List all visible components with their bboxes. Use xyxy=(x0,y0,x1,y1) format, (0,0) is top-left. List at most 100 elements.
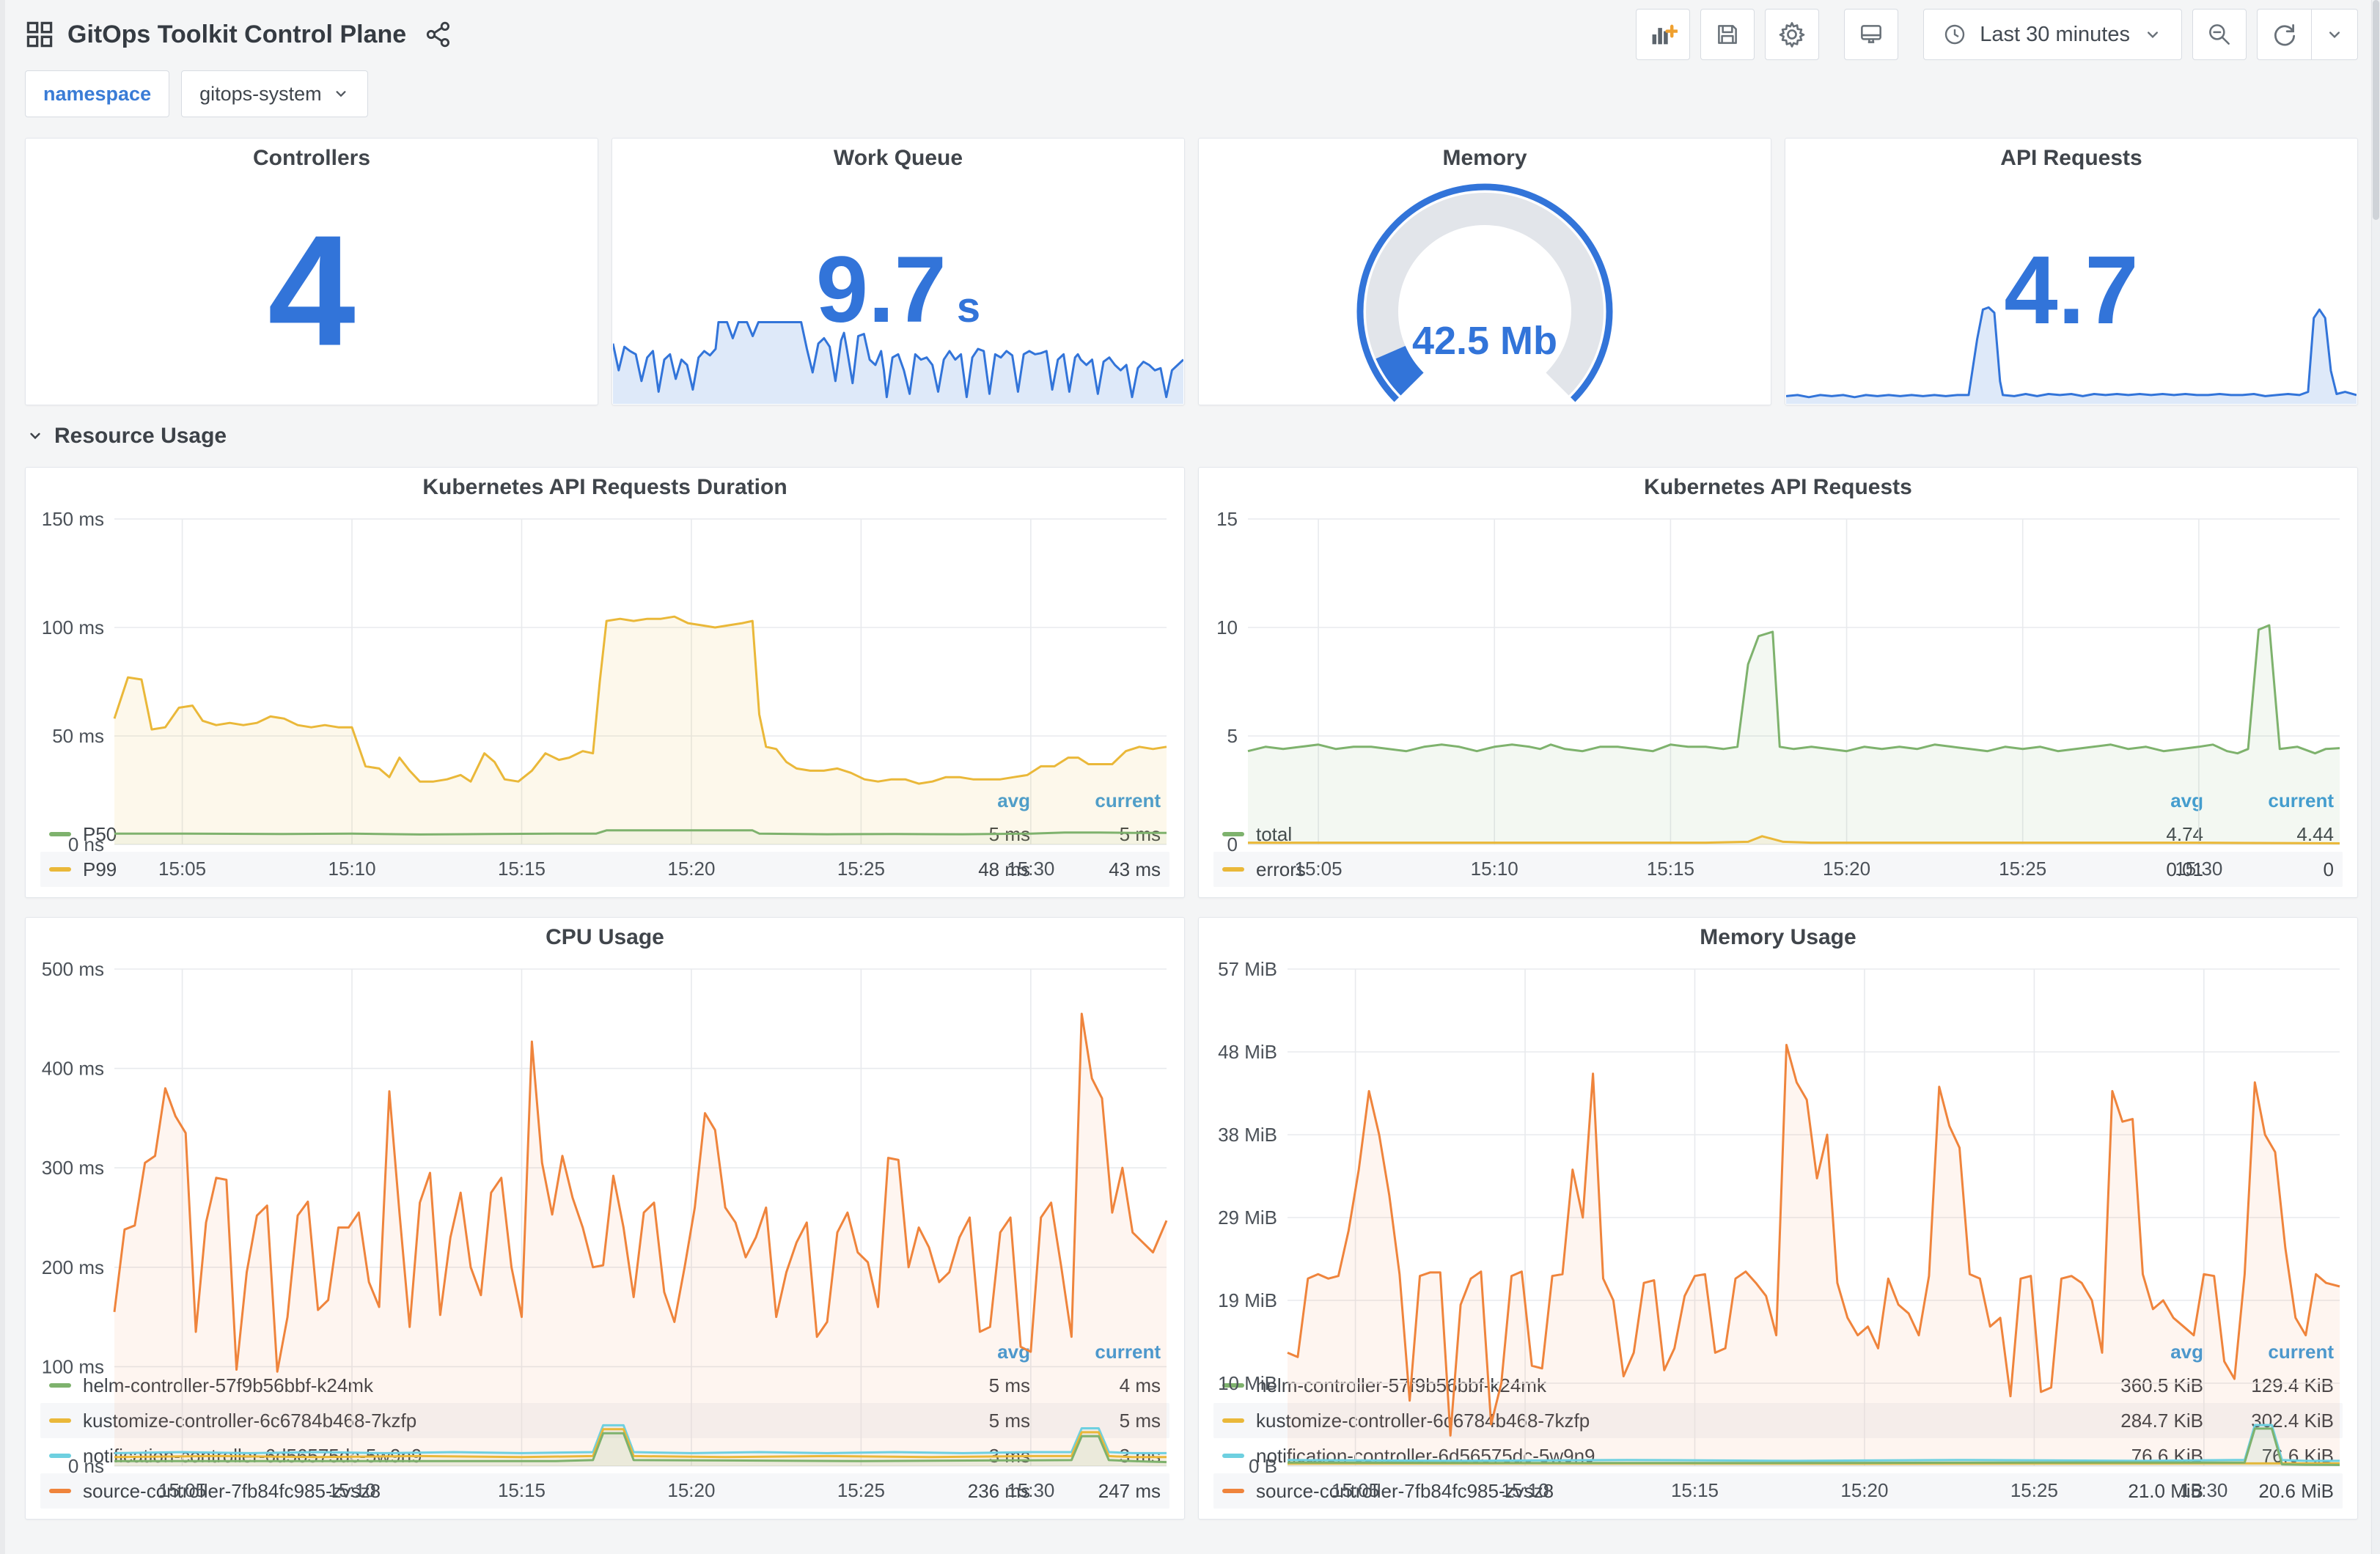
timeseries-chart[interactable]: 15:05 15:10 15:15 15:20 15:25 15:30 0 ns 100 ms… xyxy=(32,957,1178,1501)
variable-namespace-select[interactable]: gitops-system xyxy=(181,70,368,117)
title-group: GitOps Toolkit Control Plane xyxy=(25,20,453,49)
svg-text:50 ms: 50 ms xyxy=(52,725,104,747)
share-icon[interactable] xyxy=(424,20,453,49)
panel-title[interactable]: Memory xyxy=(1199,139,1771,178)
svg-text:15: 15 xyxy=(1216,508,1238,530)
toolbar-panel-actions xyxy=(1636,9,1820,60)
chart-row-1: Kubernetes API Requests Duration 15:05 15… xyxy=(25,467,2358,898)
toolbar-time-group: Last 30 minutes xyxy=(1923,9,2358,60)
svg-text:15:15: 15:15 xyxy=(1647,858,1694,880)
svg-text:38 MiB: 38 MiB xyxy=(1218,1124,1277,1146)
svg-text:15:05: 15:05 xyxy=(158,858,206,880)
chevron-down-icon xyxy=(332,85,350,103)
toolbar-view-group xyxy=(1844,9,1899,60)
panel-title[interactable]: Kubernetes API Requests Duration xyxy=(26,468,1184,507)
variable-namespace-label: namespace xyxy=(25,70,170,117)
svg-text:150 ms: 150 ms xyxy=(42,508,104,530)
section-resource-usage[interactable]: Resource Usage xyxy=(25,420,2358,452)
panel-k8s-api-requests: Kubernetes API Requests 15:05 15:10 15:15 1… xyxy=(1198,467,2358,898)
svg-text:400 ms: 400 ms xyxy=(42,1058,104,1080)
stat-value-api-requests: 4.7 xyxy=(2004,235,2139,344)
stat-value-work-queue: 9.7 s xyxy=(815,237,981,342)
timeseries-chart[interactable]: 15:05 15:10 15:15 15:20 15:25 15:30 0 B 10 MiB 1… xyxy=(1205,957,2351,1501)
svg-text:300 ms: 300 ms xyxy=(42,1157,104,1179)
add-panel-icon xyxy=(1648,20,1678,49)
svg-text:15:30: 15:30 xyxy=(1007,1479,1054,1501)
svg-text:15:20: 15:20 xyxy=(667,1479,715,1501)
svg-text:15:30: 15:30 xyxy=(2180,1479,2227,1501)
refresh-button[interactable] xyxy=(2257,9,2311,60)
svg-text:500 ms: 500 ms xyxy=(42,958,104,980)
svg-text:42.5 Mb: 42.5 Mb xyxy=(1412,319,1557,363)
panel-work-queue: Work Queue 9.7 s xyxy=(611,138,1185,405)
zoom-out-button[interactable] xyxy=(2192,9,2247,60)
stat-unit: s xyxy=(956,283,981,331)
stat-row: Controllers 4 Work Queue 9.7 s Memory 42.… xyxy=(25,138,2358,405)
panel-title[interactable]: CPU Usage xyxy=(26,918,1184,957)
timeseries-chart[interactable]: 15:05 15:10 15:15 15:20 15:25 15:30 0 ns 50 ms 1… xyxy=(32,507,1178,880)
panel-controllers: Controllers 4 xyxy=(25,138,598,405)
svg-text:15:25: 15:25 xyxy=(837,1479,885,1501)
svg-text:15:05: 15:05 xyxy=(158,1479,206,1501)
toolbar: Last 30 minutes xyxy=(1636,9,2358,60)
svg-text:15:25: 15:25 xyxy=(2010,1479,2058,1501)
panel-title[interactable]: API Requests xyxy=(1785,139,2357,178)
page-scrollbar[interactable] xyxy=(2371,0,2380,1554)
stat-value-controllers: 4 xyxy=(268,202,356,379)
time-range-picker[interactable]: Last 30 minutes xyxy=(1923,9,2182,60)
refresh-icon xyxy=(2271,21,2299,48)
svg-text:15:20: 15:20 xyxy=(1840,1479,1888,1501)
panel-k8s-api-requests-duration: Kubernetes API Requests Duration 15:05 15… xyxy=(25,467,1185,898)
cycle-view-button[interactable] xyxy=(1844,9,1899,60)
dashboard-settings-button[interactable] xyxy=(1765,9,1820,60)
svg-text:100 ms: 100 ms xyxy=(42,616,104,638)
timeseries-chart[interactable]: 15:05 15:10 15:15 15:20 15:25 15:30 0 5 10 15 xyxy=(1205,507,2351,880)
svg-text:0 B: 0 B xyxy=(1249,1455,1277,1477)
svg-text:15:20: 15:20 xyxy=(667,858,715,880)
panel-title[interactable]: Memory Usage xyxy=(1199,918,2357,957)
chevron-down-icon xyxy=(2142,23,2164,45)
svg-text:0: 0 xyxy=(1227,833,1238,855)
svg-text:15:20: 15:20 xyxy=(1823,858,1870,880)
svg-text:29 MiB: 29 MiB xyxy=(1218,1207,1277,1229)
gear-icon xyxy=(1777,20,1807,49)
svg-text:200 ms: 200 ms xyxy=(42,1256,104,1278)
section-chevron-down-icon xyxy=(25,426,45,446)
panel-memory: Memory 42.5 Mb xyxy=(1198,138,1771,405)
variable-namespace-value: gitops-system xyxy=(199,82,322,105)
add-panel-button[interactable] xyxy=(1636,9,1691,60)
svg-text:100 ms: 100 ms xyxy=(42,1355,104,1377)
chart-row-2: CPU Usage 15:05 15:10 15:15 15:20 15:25 15:30… xyxy=(25,917,2358,1520)
clock-icon xyxy=(1942,21,1968,48)
svg-text:57 MiB: 57 MiB xyxy=(1218,958,1277,980)
scrollbar-thumb[interactable] xyxy=(2373,0,2379,220)
svg-text:5: 5 xyxy=(1227,725,1238,747)
panel-title[interactable]: Kubernetes API Requests xyxy=(1199,468,2357,507)
dashboard-grid-icon[interactable] xyxy=(25,20,54,49)
panel-title[interactable]: Work Queue xyxy=(612,139,1184,178)
svg-text:15:15: 15:15 xyxy=(1671,1479,1719,1501)
panel-title[interactable]: Controllers xyxy=(26,139,598,178)
save-dashboard-button[interactable] xyxy=(1700,9,1755,60)
refresh-interval-button[interactable] xyxy=(2311,9,2358,60)
chevron-down-icon xyxy=(2324,23,2346,45)
panel-cpu-usage: CPU Usage 15:05 15:10 15:15 15:20 15:25 15:30… xyxy=(25,917,1185,1520)
svg-text:10: 10 xyxy=(1216,616,1238,638)
svg-text:0 ns: 0 ns xyxy=(68,1455,104,1477)
dashboard-page: GitOps Toolkit Control Plane Last 30 min… xyxy=(0,0,2380,1520)
tv-icon xyxy=(1857,21,1885,48)
svg-text:0 ns: 0 ns xyxy=(68,833,104,855)
panel-api-requests: API Requests 4.7 xyxy=(1785,138,2358,405)
svg-text:19 MiB: 19 MiB xyxy=(1218,1289,1277,1311)
svg-text:15:10: 15:10 xyxy=(328,858,375,880)
svg-text:15:15: 15:15 xyxy=(498,858,546,880)
svg-text:15:25: 15:25 xyxy=(837,858,885,880)
zoom-out-icon xyxy=(2205,21,2233,48)
svg-text:15:10: 15:10 xyxy=(328,1479,375,1501)
panel-memory-usage: Memory Usage 15:05 15:10 15:15 15:20 15:25 15… xyxy=(1198,917,2358,1520)
time-range-label: Last 30 minutes xyxy=(1980,22,2130,46)
svg-text:15:05: 15:05 xyxy=(1295,858,1343,880)
memory-gauge: 42.5 Mb xyxy=(1199,178,1771,402)
svg-text:15:05: 15:05 xyxy=(1332,1479,1379,1501)
refresh-split-button xyxy=(2257,9,2358,60)
